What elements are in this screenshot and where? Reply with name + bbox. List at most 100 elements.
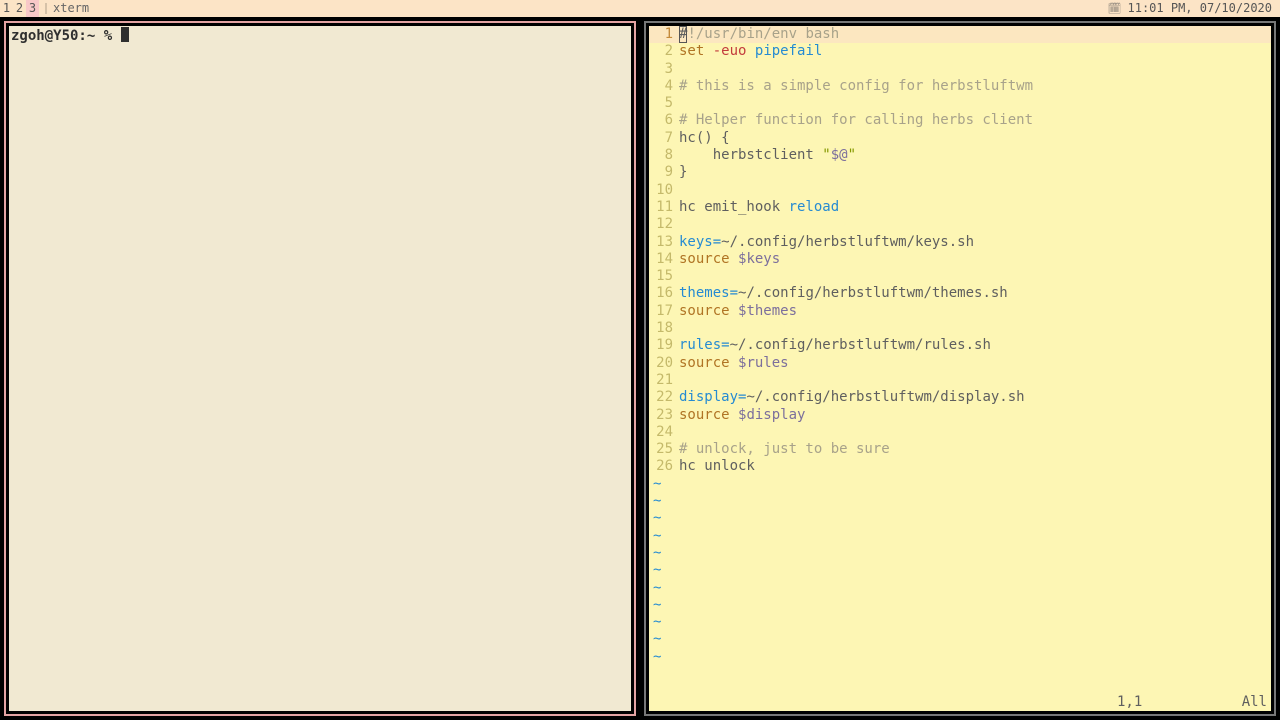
code-text: source $keys [679, 251, 1271, 268]
code-text: source $rules [679, 355, 1271, 372]
calendar-icon: 🗓 [1108, 0, 1122, 17]
line-number: 12 [649, 216, 679, 233]
code-text [679, 320, 1271, 337]
frame-editor[interactable]: 1#!/usr/bin/env bash2set -euo pipefail34… [640, 17, 1280, 720]
tag-list: 123 [0, 0, 39, 17]
code-line: 11hc emit_hook reload [649, 199, 1271, 216]
line-number: 22 [649, 389, 679, 406]
tag-1[interactable]: 1 [0, 0, 13, 17]
code-text [679, 268, 1271, 285]
bar-separator [45, 3, 47, 14]
vim-tilde: ~ [649, 562, 1271, 579]
code-line: 20source $rules [649, 355, 1271, 372]
line-number: 1 [649, 26, 679, 43]
code-line: 19rules=~/.config/herbstluftwm/rules.sh [649, 337, 1271, 354]
code-line: 13keys=~/.config/herbstluftwm/keys.sh [649, 234, 1271, 251]
code-line: 8 herbstclient "$@" [649, 147, 1271, 164]
line-number: 8 [649, 147, 679, 164]
line-number: 24 [649, 424, 679, 441]
vim-scroll-pct: All [1227, 694, 1267, 711]
shell-prompt: zgoh@Y50:~ % [9, 26, 631, 46]
terminal-cursor [121, 27, 129, 42]
code-line: 22display=~/.config/herbstluftwm/display… [649, 389, 1271, 406]
prompt-text: zgoh@Y50:~ % [11, 28, 121, 44]
code-line: 23source $display [649, 407, 1271, 424]
line-number: 9 [649, 164, 679, 181]
code-line: 10 [649, 182, 1271, 199]
code-text [679, 372, 1271, 389]
code-line: 3 [649, 61, 1271, 78]
vim-tilde: ~ [649, 597, 1271, 614]
tiling-area: zgoh@Y50:~ % 1#!/usr/bin/env bash2set -e… [0, 17, 1280, 720]
code-text: display=~/.config/herbstluftwm/display.s… [679, 389, 1271, 406]
vim-statusline: 1,1 All [649, 694, 1271, 711]
vim-tilde: ~ [649, 649, 1271, 666]
frame-terminal[interactable]: zgoh@Y50:~ % [0, 17, 640, 720]
code-text [679, 95, 1271, 112]
line-number: 4 [649, 78, 679, 95]
code-line: 21 [649, 372, 1271, 389]
vim-editor[interactable]: 1#!/usr/bin/env bash2set -euo pipefail34… [649, 26, 1271, 711]
line-number: 15 [649, 268, 679, 285]
code-text: hc unlock [679, 458, 1271, 475]
clock: 11:01 PM, 07/10/2020 [1128, 0, 1280, 17]
line-number: 20 [649, 355, 679, 372]
code-line: 1#!/usr/bin/env bash [649, 26, 1271, 43]
line-number: 16 [649, 285, 679, 302]
line-number: 18 [649, 320, 679, 337]
vim-tilde: ~ [649, 614, 1271, 631]
vim-cursor-pos: 1,1 [1117, 694, 1227, 711]
line-number: 5 [649, 95, 679, 112]
code-text: herbstclient "$@" [679, 147, 1271, 164]
vim-tilde: ~ [649, 580, 1271, 597]
code-text: keys=~/.config/herbstluftwm/keys.sh [679, 234, 1271, 251]
code-line: 25# unlock, just to be sure [649, 441, 1271, 458]
code-text: #!/usr/bin/env bash [679, 26, 1271, 43]
window-title: xterm [53, 0, 89, 17]
line-number: 23 [649, 407, 679, 424]
line-number: 17 [649, 303, 679, 320]
code-text [679, 182, 1271, 199]
line-number: 13 [649, 234, 679, 251]
line-number: 6 [649, 112, 679, 129]
code-line: 4# this is a simple config for herbstluf… [649, 78, 1271, 95]
code-text [679, 216, 1271, 233]
status-bar: 123 xterm 🗓 11:01 PM, 07/10/2020 [0, 0, 1280, 17]
line-number: 3 [649, 61, 679, 78]
tag-2[interactable]: 2 [13, 0, 26, 17]
code-line: 9} [649, 164, 1271, 181]
code-text: set -euo pipefail [679, 43, 1271, 60]
code-line: 18 [649, 320, 1271, 337]
line-number: 19 [649, 337, 679, 354]
vim-tilde: ~ [649, 545, 1271, 562]
vim-tilde: ~ [649, 493, 1271, 510]
code-text: # this is a simple config for herbstluft… [679, 78, 1271, 95]
tag-3[interactable]: 3 [26, 0, 39, 17]
vim-tilde: ~ [649, 528, 1271, 545]
line-number: 10 [649, 182, 679, 199]
code-line: 5 [649, 95, 1271, 112]
code-text [679, 61, 1271, 78]
code-text: rules=~/.config/herbstluftwm/rules.sh [679, 337, 1271, 354]
code-line: 14source $keys [649, 251, 1271, 268]
code-line: 15 [649, 268, 1271, 285]
code-text: source $themes [679, 303, 1271, 320]
terminal[interactable]: zgoh@Y50:~ % [9, 26, 631, 711]
line-number: 26 [649, 458, 679, 475]
line-number: 2 [649, 43, 679, 60]
code-line: 6# Helper function for calling herbs cli… [649, 112, 1271, 129]
line-number: 14 [649, 251, 679, 268]
code-line: 2set -euo pipefail [649, 43, 1271, 60]
line-number: 11 [649, 199, 679, 216]
line-number: 25 [649, 441, 679, 458]
code-line: 12 [649, 216, 1271, 233]
code-line: 16themes=~/.config/herbstluftwm/themes.s… [649, 285, 1271, 302]
code-text: source $display [679, 407, 1271, 424]
code-text: # unlock, just to be sure [679, 441, 1271, 458]
code-text: hc emit_hook reload [679, 199, 1271, 216]
code-line: 24 [649, 424, 1271, 441]
code-line: 17source $themes [649, 303, 1271, 320]
code-text: hc() { [679, 130, 1271, 147]
vim-buffer: 1#!/usr/bin/env bash2set -euo pipefail34… [649, 26, 1271, 666]
code-text: } [679, 164, 1271, 181]
